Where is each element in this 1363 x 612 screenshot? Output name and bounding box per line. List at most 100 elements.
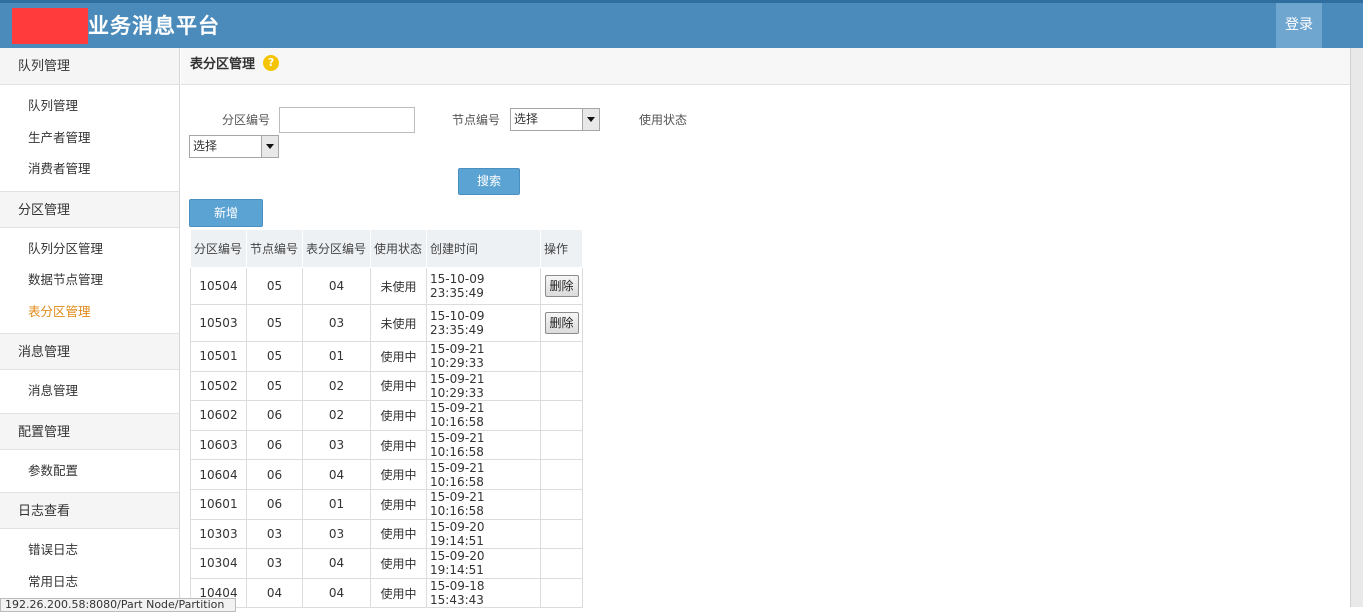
sidebar-item[interactable]: 参数配置	[0, 455, 179, 487]
table-row: 10503 05 03 未使用 15-10-09 23:35:49 删除	[190, 304, 583, 342]
status-label: 使用状态	[639, 113, 688, 127]
sidebar-group-title[interactable]: 配置管理	[0, 412, 179, 450]
partition-table: 分区编号 节点编号 表分区编号 使用状态 创建时间 操作 10504 05 04 未使用 15-1…	[190, 229, 583, 609]
cell-status: 未使用	[370, 304, 427, 342]
add-button[interactable]: 新增	[189, 199, 263, 227]
delete-button[interactable]: 删除	[544, 312, 579, 334]
main-content: 表分区管理? 分区编号 节点编号 选择 使用状态 选择 搜索 新增 分区编号 节点…	[181, 48, 1350, 609]
cell-node: 04	[246, 577, 303, 609]
cell-actions	[540, 548, 583, 579]
sidebar-item[interactable]: 消费者管理	[0, 153, 179, 185]
node-number-select[interactable]: 选择	[510, 108, 600, 131]
question-circle-icon[interactable]: ?	[263, 55, 280, 71]
table-row: 10603 06 03 使用中 15-09-21 10:16:58	[190, 429, 583, 461]
cell-actions	[540, 341, 583, 372]
cell-node: 06	[246, 488, 303, 520]
sidebar-group-items: 队列管理 生产者管理 消费者管理	[0, 85, 179, 191]
cell-status: 使用中	[370, 518, 427, 550]
browser-status-bar: 192.26.200.58:8080/Part Node/Partition	[0, 598, 236, 612]
cell-actions	[540, 400, 583, 431]
cell-node: 06	[246, 429, 303, 461]
cell-table-partition: 02	[302, 400, 371, 431]
cell-partition: 10604	[190, 459, 247, 490]
cell-partition: 10504	[190, 267, 247, 305]
cell-status: 使用中	[370, 400, 427, 431]
table-row: 10304 03 04 使用中 15-09-20 19:14:51	[190, 548, 583, 579]
delete-button[interactable]: 删除	[544, 275, 579, 297]
login-button[interactable]: 登录	[1276, 3, 1322, 48]
cell-partition: 10601	[190, 488, 247, 520]
cell-table-partition: 04	[302, 548, 371, 579]
app-title: 业务消息平台	[88, 14, 220, 38]
column-header: 表分区编号	[302, 229, 371, 268]
sidebar-group-title[interactable]: 队列管理	[0, 48, 179, 85]
table-row: 10604 06 04 使用中 15-09-21 10:16:58	[190, 459, 583, 490]
sidebar-item[interactable]: 队列分区管理	[0, 233, 179, 265]
cell-actions	[540, 370, 583, 402]
table-header-row: 分区编号 节点编号 表分区编号 使用状态 创建时间 操作	[190, 229, 583, 268]
cell-table-partition: 04	[302, 577, 371, 609]
cell-created: 15-09-20 19:14:51	[426, 548, 541, 579]
node-number-select-value: 选择	[514, 112, 539, 126]
sidebar-item[interactable]: 表分区管理	[0, 296, 179, 328]
cell-created: 15-09-21 10:29:33	[426, 341, 541, 372]
cell-partition: 10501	[190, 341, 247, 372]
cell-created: 15-09-21 10:16:58	[426, 400, 541, 431]
page-title: 表分区管理	[190, 57, 256, 72]
cell-actions	[540, 488, 583, 520]
cell-actions: 删除	[540, 267, 583, 305]
table-row: 10504 05 04 未使用 15-10-09 23:35:49 删除	[190, 267, 583, 305]
cell-created: 15-09-21 10:16:58	[426, 459, 541, 490]
column-header: 节点编号	[246, 229, 303, 268]
cell-created: 15-10-09 23:35:49	[426, 267, 541, 305]
search-button[interactable]: 搜索	[458, 168, 520, 195]
sidebar-item[interactable]: 错误日志	[0, 534, 179, 566]
cell-node: 06	[246, 400, 303, 431]
cell-node: 05	[246, 370, 303, 402]
table-row: 10404 04 04 使用中 15-09-18 15:43:43	[190, 577, 583, 609]
cell-partition: 10502	[190, 370, 247, 402]
partition-number-input[interactable]	[279, 107, 415, 133]
column-header: 使用状态	[370, 229, 427, 268]
sidebar-group-title[interactable]: 日志查看	[0, 492, 179, 529]
cell-status: 使用中	[370, 548, 427, 579]
partition-number-label: 分区编号	[222, 113, 271, 127]
cell-partition: 10304	[190, 548, 247, 579]
cell-node: 05	[246, 267, 303, 305]
cell-node: 06	[246, 459, 303, 490]
chevron-down-icon[interactable]	[261, 136, 278, 157]
status-select-value: 选择	[193, 139, 218, 153]
cell-created: 15-09-20 19:14:51	[426, 518, 541, 550]
cell-table-partition: 03	[302, 518, 371, 550]
sidebar: 队列管理 队列管理 生产者管理 消费者管理 分区管理 队列分区管理 数据节点管理 表分区管理消…	[0, 48, 180, 607]
cell-table-partition: 04	[302, 267, 371, 305]
column-header: 操作	[540, 229, 583, 268]
sidebar-item[interactable]: 数据节点管理	[0, 264, 179, 296]
cell-table-partition: 04	[302, 459, 371, 490]
cell-node: 03	[246, 548, 303, 579]
cell-partition: 10602	[190, 400, 247, 431]
sidebar-item[interactable]: 消息管理	[0, 375, 179, 407]
sidebar-item[interactable]: 队列管理	[0, 90, 179, 122]
cell-status: 使用中	[370, 341, 427, 372]
sidebar-group-title[interactable]: 分区管理	[0, 190, 179, 228]
cell-status: 使用中	[370, 459, 427, 490]
cell-created: 15-09-21 10:16:58	[426, 488, 541, 520]
cell-status: 未使用	[370, 267, 427, 305]
sidebar-item[interactable]: 生产者管理	[0, 122, 179, 154]
cell-status: 使用中	[370, 488, 427, 520]
sidebar-group-title[interactable]: 消息管理	[0, 333, 179, 370]
cell-partition: 10503	[190, 304, 247, 342]
cell-node: 05	[246, 341, 303, 372]
column-header: 创建时间	[426, 229, 541, 268]
cell-table-partition: 01	[302, 341, 371, 372]
vertical-scrollbar[interactable]	[1350, 48, 1363, 607]
status-select[interactable]: 选择	[189, 135, 279, 158]
cell-created: 15-10-09 23:35:49	[426, 304, 541, 342]
cell-actions	[540, 577, 583, 609]
cell-created: 15-09-21 10:29:33	[426, 370, 541, 402]
sidebar-group-items: 消息管理	[0, 370, 179, 413]
chevron-down-icon[interactable]	[582, 109, 599, 130]
sidebar-item[interactable]: 常用日志	[0, 566, 179, 598]
cell-table-partition: 02	[302, 370, 371, 402]
